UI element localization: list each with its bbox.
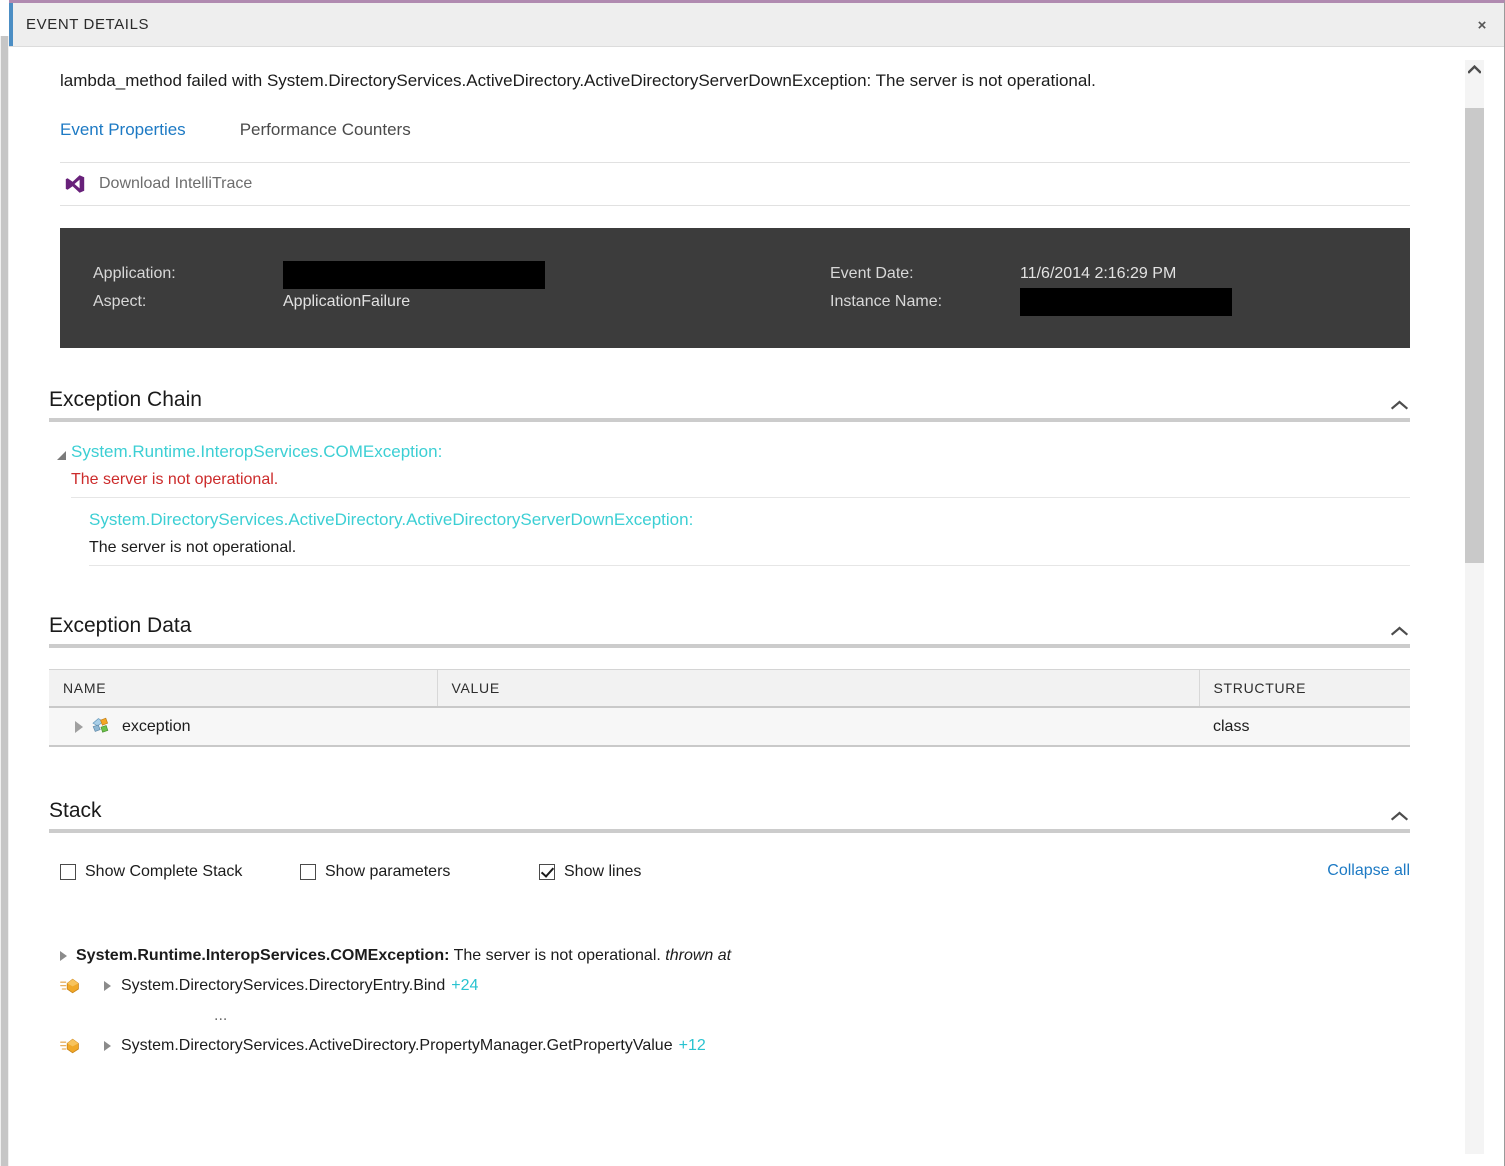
stack-frames-list: System.Runtime.InteropServices.COMExcept… bbox=[49, 941, 1410, 1061]
info-panel-left-column: Application: Aspect: ApplicationFailure bbox=[93, 260, 545, 316]
exception-data-rule bbox=[49, 644, 1410, 649]
titlebar-accent-bar bbox=[9, 3, 13, 46]
page-scrollbar-thumb[interactable] bbox=[1, 36, 8, 1166]
exception-chain-inner-type[interactable]: System.DirectoryServices.ActiveDirectory… bbox=[89, 510, 1410, 530]
checkbox-label: Show Complete Stack bbox=[85, 863, 243, 881]
event-date-value: 11/6/2014 2:16:29 PM bbox=[1020, 265, 1177, 283]
stack-header: Stack bbox=[49, 799, 1410, 827]
scroll-up-icon[interactable] bbox=[1465, 60, 1484, 78]
stack-rule bbox=[49, 829, 1410, 834]
tab-bar: Event Properties Performance Counters bbox=[60, 120, 1410, 140]
stack-frame-lines: +12 bbox=[678, 1037, 706, 1055]
download-intellitrace-label: Download IntelliTrace bbox=[99, 175, 253, 193]
dialog-body: lambda_method failed with System.Directo… bbox=[9, 48, 1504, 1166]
instance-name-label: Instance Name: bbox=[830, 293, 943, 311]
content-scrollbar[interactable] bbox=[1465, 60, 1484, 1154]
expand-triangle-icon[interactable] bbox=[60, 951, 67, 962]
info-row-instance-name: Instance Name: bbox=[830, 288, 1232, 317]
cell-value bbox=[437, 707, 1199, 748]
application-value-redacted bbox=[283, 261, 545, 290]
application-label: Application: bbox=[93, 265, 176, 283]
content-scrollbar-thumb[interactable] bbox=[1465, 108, 1484, 563]
page-title: EVENT DETAILS bbox=[26, 16, 150, 33]
column-header-structure: STRUCTURE bbox=[1198, 669, 1410, 709]
checkbox-show-lines[interactable]: Show lines bbox=[539, 863, 641, 881]
exception-data-title: Exception Data bbox=[49, 614, 192, 638]
section-stack: Stack Show Complete Stack Show parameter… bbox=[49, 799, 1410, 1061]
exception-chain-outer-message: The server is not operational. bbox=[71, 462, 1410, 499]
stack-exception-type: System.Runtime.InteropServices.COMExcept… bbox=[76, 947, 450, 965]
tab-event-properties[interactable]: Event Properties bbox=[60, 120, 186, 140]
stack-frame-name[interactable]: System.DirectoryServices.DirectoryEntry.… bbox=[121, 977, 445, 995]
checkbox-box-checked-icon[interactable] bbox=[539, 864, 555, 881]
exception-row-name: exception bbox=[122, 717, 191, 735]
dialog-titlebar: EVENT DETAILS × bbox=[9, 3, 1504, 47]
chevron-up-icon[interactable] bbox=[1390, 399, 1409, 412]
exception-chain-inner-node: System.DirectoryServices.ActiveDirectory… bbox=[89, 498, 1410, 567]
tab-performance-counters[interactable]: Performance Counters bbox=[240, 120, 411, 140]
chevron-up-icon[interactable] bbox=[1390, 625, 1409, 638]
info-panel-right-column: Event Date: 11/6/2014 2:16:29 PM Instanc… bbox=[830, 260, 1232, 317]
event-date-label: Event Date: bbox=[830, 265, 914, 283]
column-header-name: NAME bbox=[49, 669, 437, 709]
info-row-aspect: Aspect: ApplicationFailure bbox=[93, 288, 545, 316]
exception-chain-body: System.Runtime.InteropServices.COMExcept… bbox=[49, 442, 1410, 567]
method-icon bbox=[60, 978, 104, 994]
stack-title: Stack bbox=[49, 799, 102, 823]
stack-frame-row[interactable]: System.DirectoryServices.ActiveDirectory… bbox=[60, 1031, 1410, 1061]
expand-triangle-icon[interactable] bbox=[104, 1041, 111, 1052]
exception-chain-header: Exception Chain bbox=[49, 388, 1410, 416]
table-row[interactable]: exception class bbox=[49, 707, 1410, 748]
checkbox-label: Show parameters bbox=[325, 863, 451, 881]
info-row-application: Application: bbox=[93, 260, 545, 290]
section-exception-data: Exception Data NAME VALUE STRUCTURE exce… bbox=[49, 614, 1410, 748]
expand-triangle-icon[interactable] bbox=[75, 720, 83, 733]
instance-name-value-redacted bbox=[1020, 288, 1232, 317]
method-icon bbox=[60, 1038, 104, 1054]
cell-name: exception bbox=[49, 707, 437, 748]
checkbox-show-parameters[interactable]: Show parameters bbox=[300, 863, 450, 881]
info-row-event-date: Event Date: 11/6/2014 2:16:29 PM bbox=[830, 260, 1232, 288]
stack-frame-name[interactable]: System.DirectoryServices.ActiveDirectory… bbox=[121, 1037, 673, 1055]
stack-frame-lines: +24 bbox=[451, 977, 479, 995]
dialog-content: lambda_method failed with System.Directo… bbox=[9, 48, 1465, 1166]
exception-data-table: NAME VALUE STRUCTURE exception class bbox=[49, 669, 1410, 748]
stack-options-bar: Show Complete Stack Show parameters Show… bbox=[49, 855, 1410, 889]
collapse-triangle-icon[interactable] bbox=[57, 451, 66, 461]
event-details-dialog: EVENT DETAILS × lambda_method failed wit… bbox=[9, 0, 1505, 1166]
exception-chain-outer-type[interactable]: System.Runtime.InteropServices.COMExcept… bbox=[71, 442, 1410, 462]
close-icon[interactable]: × bbox=[1468, 12, 1496, 38]
checkbox-show-complete-stack[interactable]: Show Complete Stack bbox=[60, 863, 242, 881]
page-scrollbar[interactable] bbox=[0, 36, 9, 1166]
checkbox-label: Show lines bbox=[564, 863, 642, 881]
exception-chain-inner-message: The server is not operational. bbox=[89, 530, 1410, 567]
stack-thrown-at: thrown at bbox=[665, 947, 732, 965]
collapse-all-link[interactable]: Collapse all bbox=[1327, 862, 1410, 880]
stack-frame-header-row[interactable]: System.Runtime.InteropServices.COMExcept… bbox=[60, 941, 1410, 971]
table-header-row: NAME VALUE STRUCTURE bbox=[49, 669, 1410, 709]
exception-chain-rule bbox=[49, 418, 1410, 423]
stack-frame-row[interactable]: System.DirectoryServices.DirectoryEntry.… bbox=[60, 971, 1410, 1001]
cell-structure: class bbox=[1199, 707, 1410, 748]
chevron-up-icon[interactable] bbox=[1390, 810, 1409, 823]
stack-frames-ellipsis: ... bbox=[214, 1007, 228, 1025]
exception-chain-title: Exception Chain bbox=[49, 388, 202, 412]
column-header-value: VALUE bbox=[436, 669, 1199, 709]
stack-frame-header-text: System.Runtime.InteropServices.COMExcept… bbox=[76, 947, 731, 965]
exception-data-header: Exception Data bbox=[49, 614, 1410, 642]
aspect-label: Aspect: bbox=[93, 293, 147, 311]
class-icon bbox=[90, 717, 109, 736]
intellitrace-strip: Download IntelliTrace bbox=[60, 162, 1410, 207]
exception-chain-outer-node: System.Runtime.InteropServices.COMExcept… bbox=[49, 442, 1410, 499]
aspect-value: ApplicationFailure bbox=[283, 293, 411, 311]
event-info-panel: Application: Aspect: ApplicationFailure … bbox=[60, 228, 1410, 349]
stack-exception-message: The server is not operational. bbox=[449, 947, 666, 965]
checkbox-box-icon[interactable] bbox=[60, 864, 76, 881]
expand-triangle-icon[interactable] bbox=[104, 981, 111, 992]
event-summary-text: lambda_method failed with System.Directo… bbox=[60, 71, 1096, 90]
checkbox-box-icon[interactable] bbox=[300, 864, 316, 881]
download-intellitrace-button[interactable]: Download IntelliTrace bbox=[65, 174, 252, 194]
visual-studio-icon bbox=[65, 174, 85, 194]
section-exception-chain: Exception Chain System.Runtime.InteropSe… bbox=[49, 388, 1410, 567]
